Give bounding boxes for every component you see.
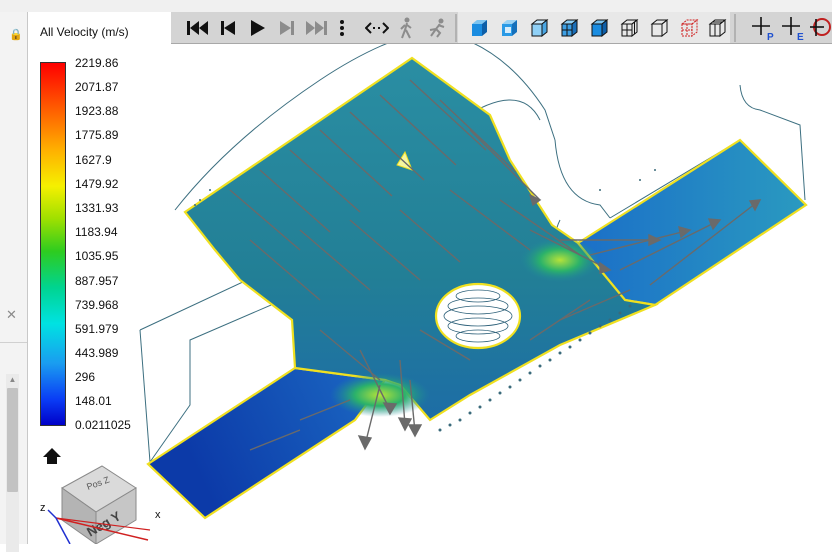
legend-tick: 2071.87	[75, 80, 119, 94]
left-side-panel: 🔒 ✕ ▲	[0, 12, 28, 552]
scroll-up-icon[interactable]: ▲	[6, 374, 19, 386]
probe-p-button[interactable]: P	[751, 15, 777, 41]
solid-box-button[interactable]	[586, 15, 612, 41]
shaded-edges-icon	[502, 20, 517, 36]
scroll-thumb[interactable]	[7, 388, 18, 492]
z-axis-label: z	[40, 502, 46, 514]
probe-p-icon: P	[752, 17, 774, 41]
x-axis-label: x	[155, 509, 161, 521]
legend-tick: 148.01	[75, 394, 112, 408]
shaded-mesh-button[interactable]	[556, 15, 582, 41]
probe-e-label: E	[797, 32, 804, 41]
bounce-arrows-icon	[365, 22, 389, 34]
play-button[interactable]	[244, 15, 270, 41]
last-frame-button[interactable]	[303, 15, 329, 41]
shaded-view-icon	[472, 20, 487, 36]
wireframe-red-icon	[680, 18, 699, 38]
view-toolbar: P E	[171, 12, 832, 44]
legend-tick: 739.968	[75, 298, 119, 312]
probe-e-icon: E	[782, 17, 804, 41]
legend-tick: 1183.94	[75, 225, 118, 239]
probe-extra-button[interactable]	[809, 15, 832, 41]
bounce-button[interactable]	[364, 15, 390, 41]
legend-tick: 591.979	[75, 322, 119, 336]
legend-tick: 1479.92	[75, 177, 119, 191]
vertical-scrollbar[interactable]: ▲	[6, 374, 19, 552]
lock-icon[interactable]: 🔒	[9, 30, 23, 41]
legend-tick: 296	[75, 370, 96, 384]
walk-button[interactable]	[394, 15, 420, 41]
shaded-box-button[interactable]	[526, 15, 552, 41]
toolbar-separator	[734, 14, 736, 42]
solid-box-icon	[590, 18, 609, 38]
vertical-ellipsis-icon	[340, 20, 344, 36]
orientation-cube[interactable]: Pos Z Neg Y z x	[38, 460, 168, 544]
legend-tick: 887.957	[75, 274, 119, 288]
shaded-box-icon	[530, 18, 549, 38]
close-icon[interactable]: ✕	[6, 308, 17, 321]
playback-group	[171, 12, 451, 43]
wireframe-mesh-icon	[620, 18, 639, 38]
shaded-mesh-icon	[560, 18, 579, 38]
wireframe-box-icon	[650, 18, 669, 38]
skip-first-icon	[187, 21, 208, 35]
legend-tick: 1923.88	[75, 104, 119, 118]
shaded-smooth-button[interactable]	[466, 15, 492, 41]
legend-tick: 1627.9	[75, 153, 112, 167]
probe-extra-icon	[809, 18, 831, 36]
wire-mesh-button[interactable]	[616, 15, 642, 41]
first-frame-button[interactable]	[185, 15, 211, 41]
wire-hidden-button[interactable]	[704, 15, 730, 41]
legend-title: All Velocity (m/s)	[40, 25, 129, 39]
play-icon	[251, 20, 265, 36]
legend-tick: 2219.86	[75, 56, 119, 70]
z-axis-line	[47, 509, 57, 519]
legend-tick: 1331.93	[75, 201, 119, 215]
toolbar-separator	[455, 14, 457, 42]
right-channel	[576, 138, 808, 307]
probe-group: P E	[737, 12, 832, 43]
legend-tick: 1035.95	[75, 249, 119, 263]
run-icon	[429, 18, 445, 38]
prev-frame-button[interactable]	[215, 15, 241, 41]
more-options-button[interactable]	[335, 15, 349, 41]
color-scale-bar	[40, 62, 66, 426]
display-mode-group	[458, 12, 730, 43]
legend-tick: 1775.89	[75, 128, 119, 142]
next-frame-button[interactable]	[274, 15, 300, 41]
legend-tick: 0.0211025	[75, 418, 131, 432]
legend-tick: 443.989	[75, 346, 119, 360]
walk-icon	[400, 17, 412, 39]
shaded-edges-button[interactable]	[496, 15, 522, 41]
wireframe-hidden-icon	[708, 18, 727, 38]
panel-divider	[0, 342, 27, 343]
probe-e-button[interactable]: E	[781, 15, 807, 41]
step-forward-icon	[280, 21, 294, 35]
probe-p-label: P	[767, 32, 774, 41]
wire-box-button[interactable]	[646, 15, 672, 41]
run-button[interactable]	[424, 15, 450, 41]
wire-red-button[interactable]	[676, 15, 702, 41]
skip-last-icon	[306, 21, 327, 35]
step-back-icon	[221, 21, 235, 35]
